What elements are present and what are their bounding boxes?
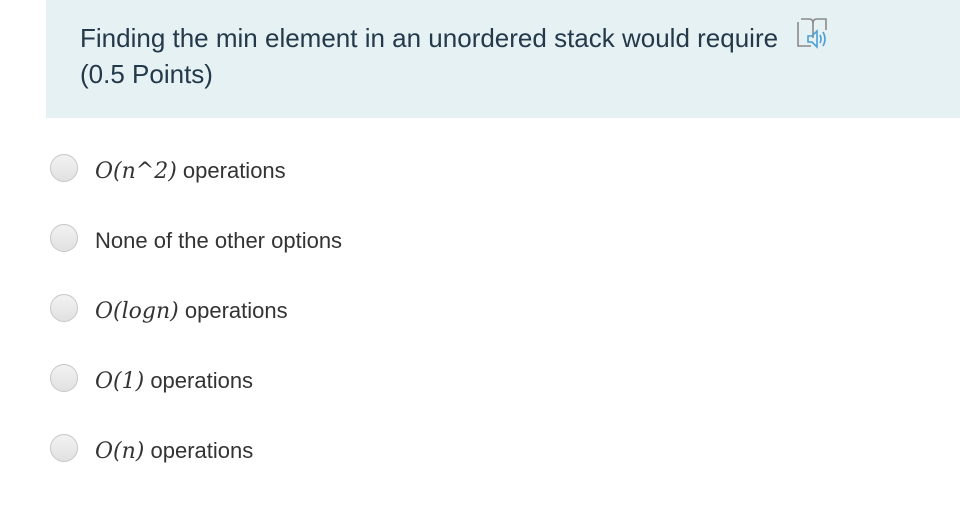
option-label: O(1) operations [95,368,253,395]
question-title: Finding the min element in an unordered … [80,16,940,92]
question-text: Finding the min element in an unordered … [80,23,779,53]
answer-options: O(n^2) operations None of the other opti… [48,152,928,502]
option-text: operations [176,158,286,183]
option-text: operations [178,298,288,323]
option-3[interactable]: O(logn) operations [48,292,928,362]
radio-button[interactable] [50,294,78,322]
option-text: operations [144,368,254,393]
radio-button[interactable] [50,154,78,182]
option-label: None of the other options [95,228,342,255]
option-1[interactable]: O(n^2) operations [48,152,928,222]
option-math: O(n^2) [95,159,177,184]
option-2[interactable]: None of the other options [48,222,928,292]
option-math: O(n) [95,439,145,464]
immersive-reader-icon[interactable] [795,16,833,50]
option-5[interactable]: O(n) operations [48,432,928,502]
option-4[interactable]: O(1) operations [48,362,928,432]
option-label: O(n) operations [95,438,253,465]
option-math: O(logn) [95,299,179,324]
option-text: None of the other options [95,228,343,253]
radio-button[interactable] [50,434,78,462]
question-header: Finding the min element in an unordered … [46,0,960,118]
option-math: O(1) [95,369,145,394]
option-label: O(n^2) operations [95,158,286,185]
option-text: operations [144,438,254,463]
question-points: (0.5 Points) [80,59,213,89]
radio-button[interactable] [50,224,78,252]
option-label: O(logn) operations [95,298,288,325]
radio-button[interactable] [50,364,78,392]
